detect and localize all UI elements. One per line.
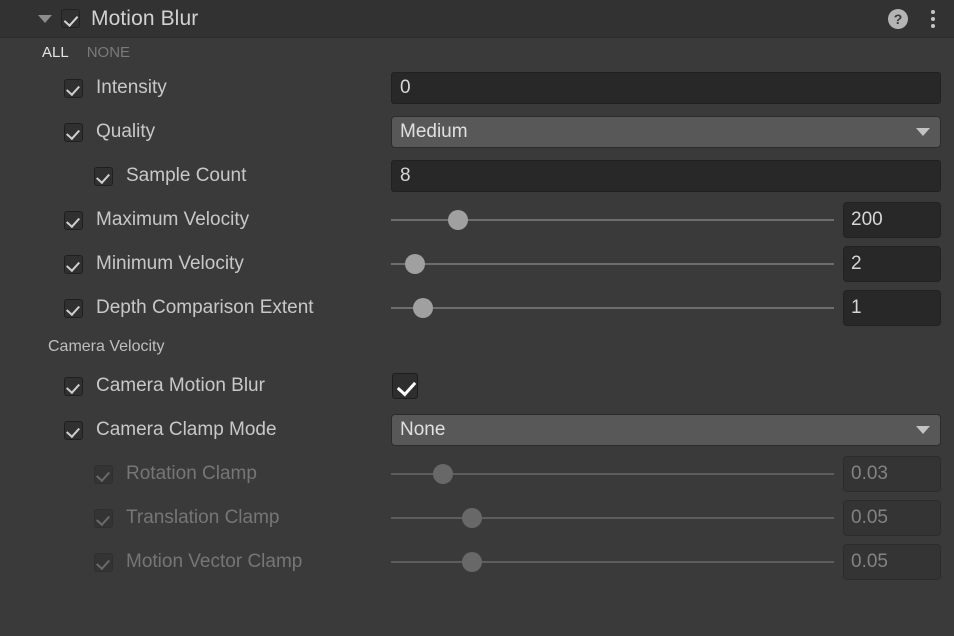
property-label-intensity: Intensity [96, 77, 167, 98]
property-label-quality: Quality [96, 121, 156, 142]
property-row-motion-vector-clamp: Motion Vector Clamp 0.05 [0, 540, 954, 584]
slider-handle[interactable] [462, 552, 483, 572]
value-input-motion-vector-clamp[interactable]: 0.05 [843, 544, 941, 580]
value-input-rotation-clamp[interactable]: 0.03 [843, 456, 941, 492]
slider-depth-comparison-extent[interactable] [391, 298, 834, 318]
slider-track [391, 561, 834, 563]
slider-handle[interactable] [462, 508, 483, 528]
property-row-translation-clamp: Translation Clamp 0.05 [0, 496, 954, 540]
page-title: Motion Blur [91, 6, 199, 30]
value-input-maximum-velocity[interactable]: 200 [843, 202, 941, 238]
dropdown-value-camera-clamp-mode: None [400, 419, 446, 440]
property-row-rotation-clamp: Rotation Clamp 0.03 [0, 452, 954, 496]
property-row-camera-clamp-mode: Camera Clamp Mode None [0, 408, 954, 452]
component-header: Motion Blur ? [0, 0, 954, 38]
value-input-translation-clamp[interactable]: 0.05 [843, 500, 941, 536]
property-label-translation-clamp: Translation Clamp [126, 507, 280, 528]
help-circle-icon[interactable]: ? [888, 8, 908, 29]
value-input-sample-count[interactable]: 8 [391, 160, 941, 192]
override-checkbox-rotation-clamp[interactable] [94, 464, 113, 484]
property-row-sample-count: Sample Count 8 [0, 154, 954, 198]
slider-track [391, 473, 834, 475]
dropdown-quality[interactable]: Medium [391, 116, 941, 148]
dropdown-value-quality: Medium [400, 121, 468, 142]
value-checkbox-camera-motion-blur[interactable] [392, 373, 418, 399]
override-checkbox-maximum-velocity[interactable] [64, 210, 83, 230]
property-label-depth-comparison-extent: Depth Comparison Extent [96, 297, 314, 318]
override-checkbox-intensity[interactable] [64, 78, 83, 98]
override-checkbox-translation-clamp[interactable] [94, 508, 113, 528]
override-toggle-bar: ALL NONE [0, 38, 954, 66]
slider-handle[interactable] [412, 298, 433, 318]
property-label-rotation-clamp: Rotation Clamp [126, 463, 257, 484]
override-checkbox-quality[interactable] [64, 122, 83, 142]
component-enable-checkbox[interactable] [61, 9, 80, 28]
property-label-sample-count: Sample Count [126, 165, 247, 186]
property-rows: Intensity 0 Quality Medium Sample Count 8 Maxi… [0, 66, 954, 584]
property-label-camera-motion-blur: Camera Motion Blur [96, 375, 265, 396]
motion-blur-inspector-panel: Motion Blur ? ALL NONE Intensity 0 Quality… [0, 0, 954, 636]
kebab-menu-icon[interactable] [924, 8, 942, 30]
slider-translation-clamp[interactable] [391, 508, 834, 528]
override-checkbox-sample-count[interactable] [94, 166, 113, 186]
override-checkbox-minimum-velocity[interactable] [64, 254, 83, 274]
property-label-camera-clamp-mode: Camera Clamp Mode [96, 419, 277, 440]
dropdown-camera-clamp-mode[interactable]: None [391, 414, 941, 446]
property-label-motion-vector-clamp: Motion Vector Clamp [126, 551, 303, 572]
slider-maximum-velocity[interactable] [391, 210, 834, 230]
override-all-button[interactable]: ALL [42, 44, 69, 61]
foldout-triangle-icon[interactable] [38, 14, 52, 23]
property-row-depth-comparison-extent: Depth Comparison Extent 1 [0, 286, 954, 330]
slider-track [391, 517, 834, 519]
property-row-quality: Quality Medium [0, 110, 954, 154]
override-checkbox-camera-motion-blur[interactable] [64, 376, 83, 396]
property-label-minimum-velocity: Minimum Velocity [96, 253, 244, 274]
property-row-intensity: Intensity 0 [0, 66, 954, 110]
property-row-minimum-velocity: Minimum Velocity 2 [0, 242, 954, 286]
slider-track [391, 263, 834, 265]
slider-handle[interactable] [404, 254, 425, 274]
slider-handle[interactable] [448, 210, 469, 230]
value-input-minimum-velocity[interactable]: 2 [843, 246, 941, 282]
slider-rotation-clamp[interactable] [391, 464, 834, 484]
chevron-down-icon [916, 426, 930, 434]
chevron-down-icon [916, 128, 930, 136]
value-input-intensity[interactable]: 0 [391, 72, 941, 104]
slider-minimum-velocity[interactable] [391, 254, 834, 274]
section-label: Camera Velocity [48, 338, 165, 355]
override-none-button[interactable]: NONE [87, 44, 130, 61]
slider-handle[interactable] [433, 464, 454, 484]
override-checkbox-camera-clamp-mode[interactable] [64, 420, 83, 440]
section-header-camera-velocity: Camera Velocity [0, 330, 954, 364]
override-checkbox-motion-vector-clamp[interactable] [94, 552, 113, 572]
slider-motion-vector-clamp[interactable] [391, 552, 834, 572]
value-input-depth-comparison-extent[interactable]: 1 [843, 290, 941, 326]
slider-track [391, 307, 834, 309]
override-checkbox-depth-comparison-extent[interactable] [64, 298, 83, 318]
property-row-camera-motion-blur: Camera Motion Blur [0, 364, 954, 408]
property-label-maximum-velocity: Maximum Velocity [96, 209, 250, 230]
property-row-maximum-velocity: Maximum Velocity 200 [0, 198, 954, 242]
